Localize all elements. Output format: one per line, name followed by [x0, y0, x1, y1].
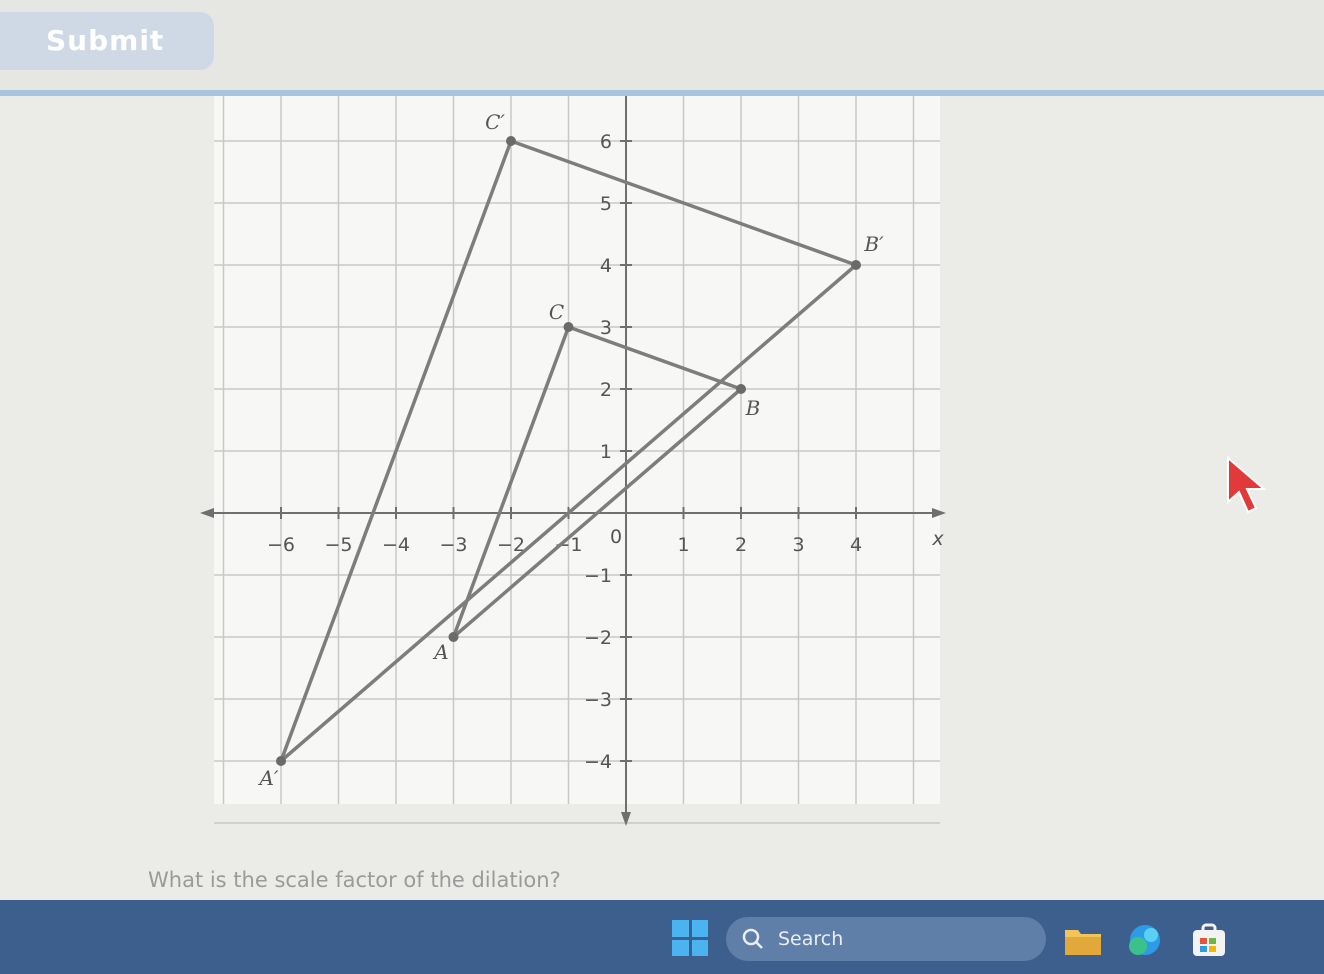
y-tick-label: 1	[600, 441, 612, 463]
search-label: Search	[778, 928, 844, 950]
x-tick-label: −5	[324, 534, 352, 556]
x-tick-label: 1	[677, 534, 689, 556]
x-tick-label: −4	[382, 534, 410, 556]
vertex-point	[448, 632, 459, 642]
vertex-point	[851, 260, 861, 270]
y-tick-label: 6	[600, 131, 612, 153]
y-tick-label: 5	[600, 193, 612, 215]
vertex-label: B′	[863, 232, 884, 256]
y-axis-down-arrow-icon	[621, 812, 631, 826]
vertex-label: A′	[258, 766, 279, 790]
x-tick-label: 4	[850, 534, 862, 556]
vertex-point	[276, 756, 286, 766]
vertex-label: C′	[485, 110, 505, 134]
y-tick-label: −2	[584, 627, 612, 649]
y-tick-label: −4	[584, 751, 612, 773]
y-tick-label: 3	[600, 317, 612, 339]
windows-logo-icon	[691, 920, 708, 937]
y-tick-label: 2	[600, 379, 612, 401]
vertex-label: B	[745, 396, 761, 420]
question-text: What is the scale factor of the dilation…	[148, 868, 561, 892]
x-tick-label: 3	[792, 534, 804, 556]
x-tick-label: −6	[267, 534, 295, 556]
x-tick-label: 2	[735, 534, 747, 556]
x-axis-label: x	[931, 528, 944, 550]
vertex-point	[736, 384, 746, 394]
search-icon	[742, 928, 763, 949]
windows-logo-icon	[672, 939, 689, 956]
y-tick-label: −1	[584, 565, 612, 587]
vertex-label: C	[549, 300, 564, 324]
graph-background	[214, 96, 940, 804]
vertex-label: A	[432, 640, 448, 664]
vertex-point	[563, 322, 574, 332]
y-tick-label: 4	[600, 255, 612, 277]
coordinate-graph: −6 −5 −4 −3 −2 −1 1 2 3 4−4−3−2−11234560 x ABCA′B′…	[200, 96, 946, 826]
store-icon[interactable]	[1188, 922, 1230, 958]
mouse-pointer-icon	[1227, 456, 1267, 514]
screen: Submit −6 −5 −4 −3 −2 −1 1 2 3 4 −4 −3 −2 −1 1 2 3 4 5 6 0 x …	[0, 0, 1324, 974]
windows-logo-icon	[691, 939, 708, 956]
y-tick-label: −3	[584, 689, 612, 711]
origin-label: 0	[610, 526, 622, 548]
x-axis-left-arrow-icon	[200, 508, 214, 518]
taskbar-search-box[interactable]: Search	[726, 917, 1046, 961]
start-button[interactable]	[672, 920, 708, 956]
x-tick-label: −3	[439, 534, 467, 556]
file-explorer-icon[interactable]	[1062, 922, 1104, 958]
windows-logo-icon	[672, 920, 689, 937]
copilot-icon[interactable]	[1124, 922, 1166, 958]
vertex-point	[506, 136, 516, 146]
